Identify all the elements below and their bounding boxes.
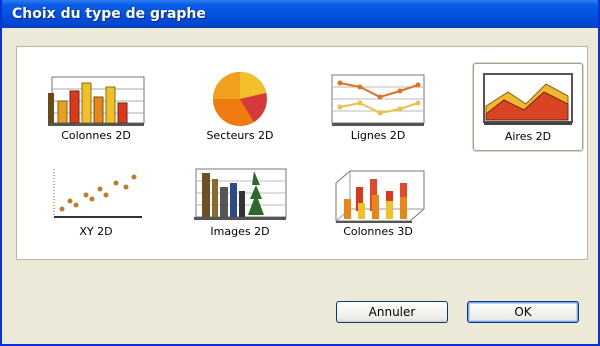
chart-type-line-2d[interactable]: Lignes 2D (323, 63, 433, 151)
chart-type-label: Colonnes 3D (343, 225, 413, 238)
chart-type-area-2d[interactable]: Aires 2D (473, 63, 583, 151)
chart-type-label: Lignes 2D (350, 129, 406, 142)
pie-2d-icon (213, 72, 267, 126)
chart-type-scatter-2d[interactable]: XY 2D (41, 159, 151, 247)
chart-type-label: Secteurs 2D (206, 129, 274, 142)
bar-2d-icon (48, 76, 145, 126)
scatter-2d-icon (53, 169, 142, 218)
chart-type-bar-2d[interactable]: Colonnes 2D (41, 63, 151, 151)
picture-2d-icon (194, 168, 287, 220)
chart-type-pie-2d[interactable]: Secteurs 2D (185, 63, 295, 151)
cancel-button[interactable]: Annuler (336, 301, 448, 323)
chart-type-dialog: Choix du type de graphe Colonnes 2D Sect… (0, 0, 600, 346)
chart-type-picture-2d[interactable]: Images 2D (185, 159, 295, 247)
chart-type-label: Images 2D (210, 225, 270, 238)
chart-type-label: XY 2D (79, 225, 113, 238)
ok-button[interactable]: OK (467, 301, 579, 323)
bar-3d-icon (335, 170, 425, 223)
chart-type-bar-3d[interactable]: Colonnes 3D (323, 159, 433, 247)
dialog-title: Choix du type de graphe (12, 6, 206, 22)
title-bar[interactable]: Choix du type de graphe (2, 0, 598, 28)
chart-type-panel: Colonnes 2D Secteurs 2D Lignes 2D Aires … (16, 46, 588, 260)
line-2d-icon (331, 74, 425, 126)
chart-type-label: Aires 2D (504, 130, 552, 143)
area-2d-icon (483, 73, 573, 125)
chart-type-label: Colonnes 2D (61, 129, 131, 142)
